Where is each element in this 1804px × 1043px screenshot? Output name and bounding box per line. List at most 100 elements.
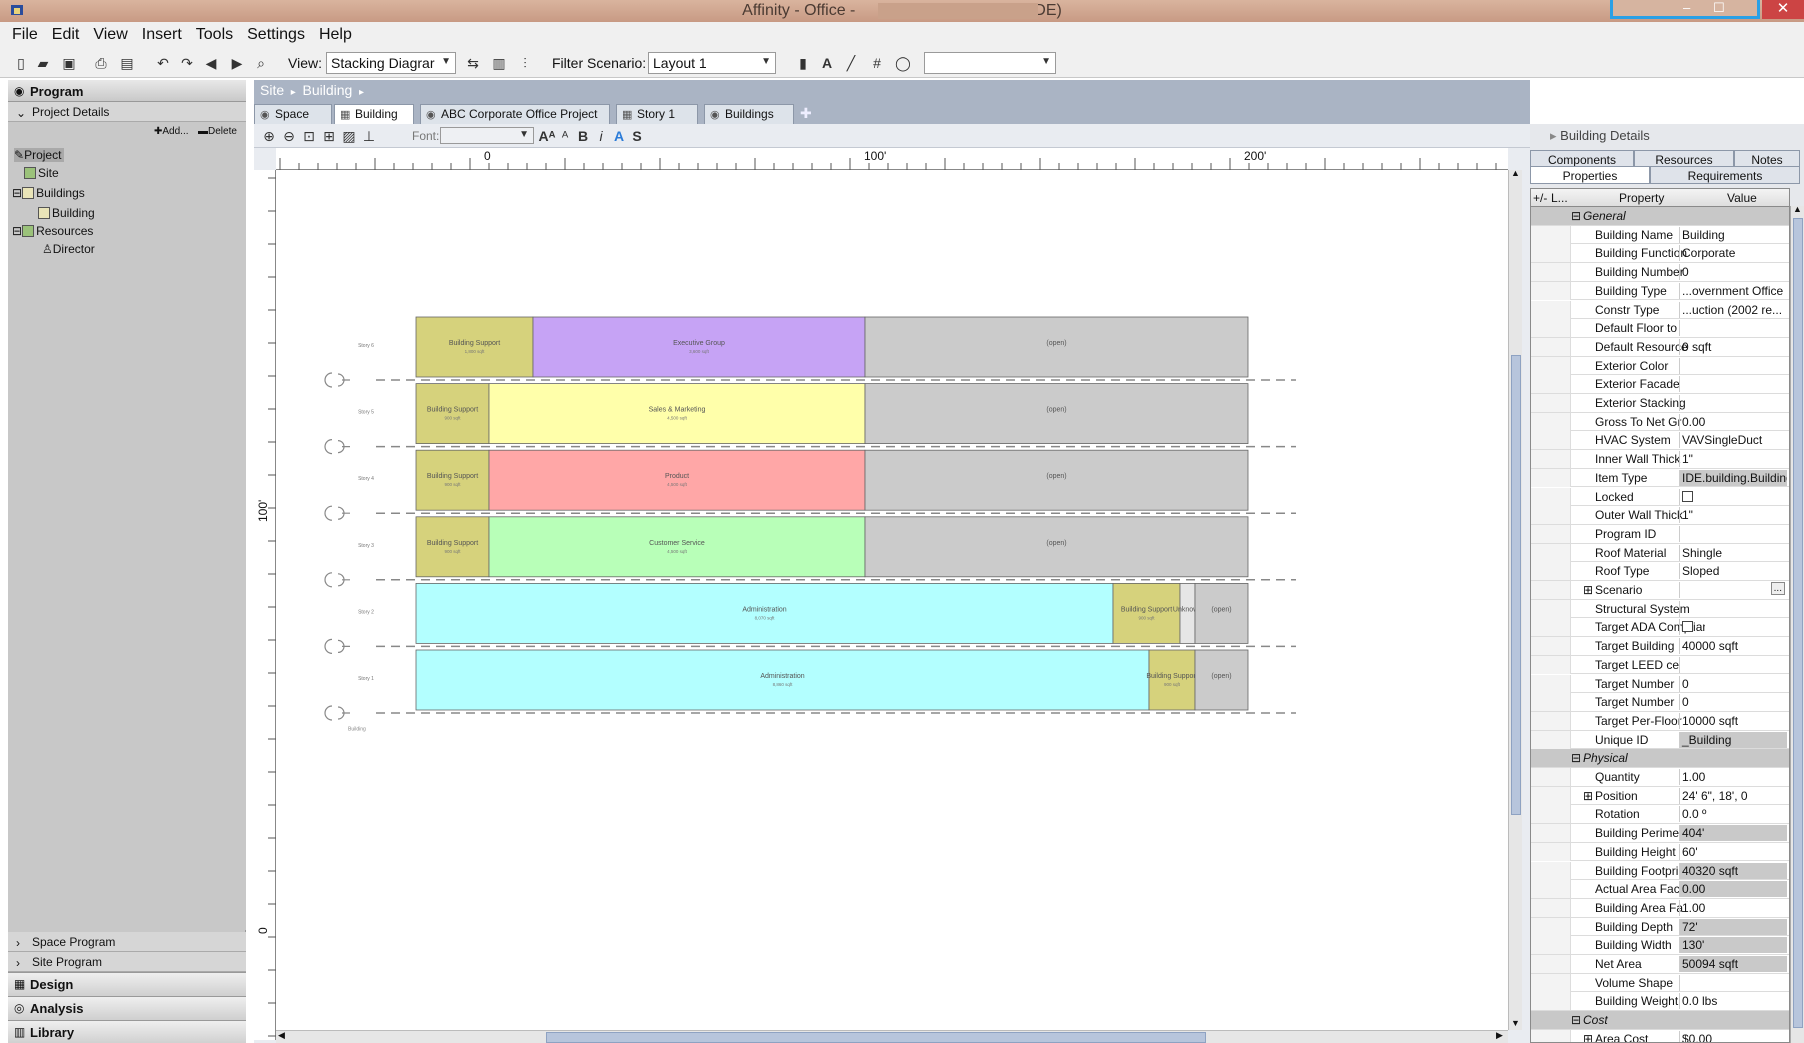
floor-handle-icon[interactable]: [337, 440, 350, 454]
pen-icon[interactable]: ╱: [842, 54, 860, 72]
analysis-header[interactable]: ◎ Analysis: [8, 996, 246, 1020]
property-row[interactable]: Item Type IDE.building.Building: [1531, 468, 1789, 488]
property-row[interactable]: Unique ID _Building: [1531, 730, 1789, 750]
grid-icon[interactable]: #: [868, 54, 886, 72]
tab-space[interactable]: ◉ Space: [254, 104, 332, 124]
back-icon[interactable]: ◀: [202, 54, 220, 72]
floor-handle-icon[interactable]: [324, 572, 333, 588]
menu-file[interactable]: File: [12, 26, 38, 44]
floor-handle-icon[interactable]: [324, 705, 333, 721]
floor-handle-icon[interactable]: [337, 573, 350, 587]
canvas-horizontal-scrollbar[interactable]: ◀ ▶: [276, 1030, 1508, 1043]
property-value[interactable]: Building: [1679, 226, 1787, 243]
property-value[interactable]: 1.00: [1679, 769, 1787, 785]
space-block[interactable]: (open): [864, 316, 1249, 378]
new-icon[interactable]: ▯: [12, 54, 30, 72]
property-value[interactable]: ...overnment Office: [1679, 282, 1787, 299]
property-value[interactable]: 40320 sqft: [1679, 862, 1787, 879]
tree-item-buildings[interactable]: ⊟ Buildings: [12, 186, 85, 200]
property-row[interactable]: Structural System: [1531, 599, 1789, 619]
tree-item-director[interactable]: ♙Director: [42, 242, 95, 256]
property-value[interactable]: 1": [1679, 507, 1787, 524]
settings-sliders-icon[interactable]: ⫶: [516, 54, 534, 72]
story-row[interactable]: Story 6 Building Support 1,800 sqft Executi…: [324, 316, 1296, 388]
property-value[interactable]: 0.00: [1679, 413, 1787, 430]
tab-project[interactable]: ◉ ABC Corporate Office Project: [420, 104, 610, 124]
space-block[interactable]: Customer Service 4,500 sqft: [488, 516, 866, 578]
property-value[interactable]: 72': [1679, 918, 1787, 935]
save-icon[interactable]: ▣: [60, 54, 78, 72]
property-value[interactable]: 10000 sqft: [1679, 712, 1787, 729]
bold-icon[interactable]: B: [574, 127, 592, 145]
property-row[interactable]: Roof Type Sloped: [1531, 562, 1789, 581]
checkbox[interactable]: [1682, 490, 1693, 502]
property-value[interactable]: 24' 6", 18', 0: [1679, 787, 1787, 804]
canvas-vertical-scrollbar[interactable]: ▲ ▼: [1508, 168, 1522, 1030]
space-program-header[interactable]: › Space Program: [8, 932, 246, 952]
tab-building[interactable]: ▦ Building: [334, 104, 414, 124]
collapse-icon[interactable]: ⊟: [1571, 209, 1581, 223]
property-row[interactable]: Outer Wall Thick 1": [1531, 506, 1789, 525]
space-block[interactable]: Administration 8,860 sqft: [415, 649, 1150, 711]
delete-button[interactable]: ▬Delete: [198, 126, 237, 137]
menu-edit[interactable]: Edit: [52, 26, 80, 44]
space-block[interactable]: (open): [1194, 649, 1249, 711]
floor-handle-icon[interactable]: [337, 639, 350, 653]
property-row[interactable]: Exterior Stacking: [1531, 394, 1789, 413]
property-row[interactable]: Net Area 50094 sqft: [1531, 955, 1789, 974]
property-value[interactable]: 0.0 lbs: [1679, 993, 1787, 1010]
building-details-title[interactable]: ▸ Building Details: [1550, 128, 1650, 144]
property-value[interactable]: Corporate: [1679, 245, 1787, 262]
add-button[interactable]: ✚Add...: [154, 126, 189, 137]
font-color-icon[interactable]: A: [610, 127, 628, 145]
scroll-thumb[interactable]: [1511, 355, 1521, 815]
property-value[interactable]: ...: [1679, 582, 1787, 598]
property-row[interactable]: HVAC System VAVSingleDuct: [1531, 431, 1789, 451]
library-header[interactable]: ▥ Library: [8, 1020, 246, 1043]
collapse-icon[interactable]: ⊟: [1571, 751, 1581, 765]
color-fill-icon[interactable]: ▮: [794, 54, 812, 72]
property-row[interactable]: Target Building 40000 sqft: [1531, 637, 1789, 656]
space-block[interactable]: Product 4,500 sqft: [488, 449, 866, 511]
undo-icon[interactable]: ↶: [154, 54, 172, 72]
space-block[interactable]: Executive Group 3,600 sqft: [532, 316, 866, 378]
floor-handle-icon[interactable]: [337, 506, 350, 520]
design-header[interactable]: ▦ Design: [8, 972, 246, 996]
property-value[interactable]: $0.00: [1679, 1030, 1787, 1042]
property-row[interactable]: Target ADA Compliant: [1531, 618, 1789, 638]
col-value[interactable]: Value: [1727, 191, 1757, 205]
property-row[interactable]: Building Weight 0.0 lbs: [1531, 992, 1789, 1012]
space-block[interactable]: Building Support 900 sqft: [415, 449, 490, 511]
property-value[interactable]: [1679, 395, 1787, 411]
story-row[interactable]: Story 3 Building Support 900 sqft Customer …: [324, 516, 1296, 588]
export-icon[interactable]: ⇆: [464, 54, 482, 72]
space-block[interactable]: Sales & Marketing 4,500 sqft: [488, 383, 866, 445]
property-row[interactable]: Default Resource 0 sqft: [1531, 337, 1789, 357]
property-value[interactable]: 60': [1679, 843, 1787, 860]
property-row[interactable]: ⊞ Area Cost $0.00: [1531, 1029, 1789, 1042]
property-value[interactable]: _Building: [1679, 731, 1787, 748]
property-row[interactable]: Roof Material Shingle: [1531, 543, 1789, 563]
floor-handle-icon[interactable]: [337, 373, 350, 387]
floor-handle-icon[interactable]: [324, 638, 333, 654]
story-row[interactable]: Story 5 Building Support 900 sqft Sales & M…: [324, 383, 1296, 455]
property-row[interactable]: Building Number 0: [1531, 263, 1789, 282]
tab-buildings[interactable]: ◉ Buildings: [704, 104, 794, 124]
property-row[interactable]: Target LEED ce: [1531, 655, 1789, 675]
floor-handle-icon[interactable]: [337, 706, 350, 720]
text-icon[interactable]: A: [818, 54, 836, 72]
space-block[interactable]: Building Support 900 sqft: [1112, 582, 1181, 644]
property-value[interactable]: Sloped: [1679, 563, 1787, 580]
menu-insert[interactable]: Insert: [142, 26, 182, 44]
property-row[interactable]: Gross To Net Gr 0.00: [1531, 412, 1789, 432]
shape-icon[interactable]: ◯: [894, 54, 912, 72]
property-row[interactable]: Building Width 130': [1531, 936, 1789, 955]
italic-icon[interactable]: i: [592, 127, 610, 145]
project-details-header[interactable]: ⌄ Project Details: [8, 102, 246, 122]
story-row[interactable]: Story 1 Administration 8,860 sqft Building …: [324, 649, 1296, 721]
site-program-header[interactable]: › Site Program: [8, 952, 246, 972]
scroll-thumb[interactable]: [546, 1032, 1206, 1043]
maximize-icon[interactable]: ☐: [1713, 0, 1725, 16]
property-value[interactable]: 130': [1679, 937, 1787, 954]
tree-item-resources[interactable]: ⊟ Resources: [12, 224, 93, 238]
